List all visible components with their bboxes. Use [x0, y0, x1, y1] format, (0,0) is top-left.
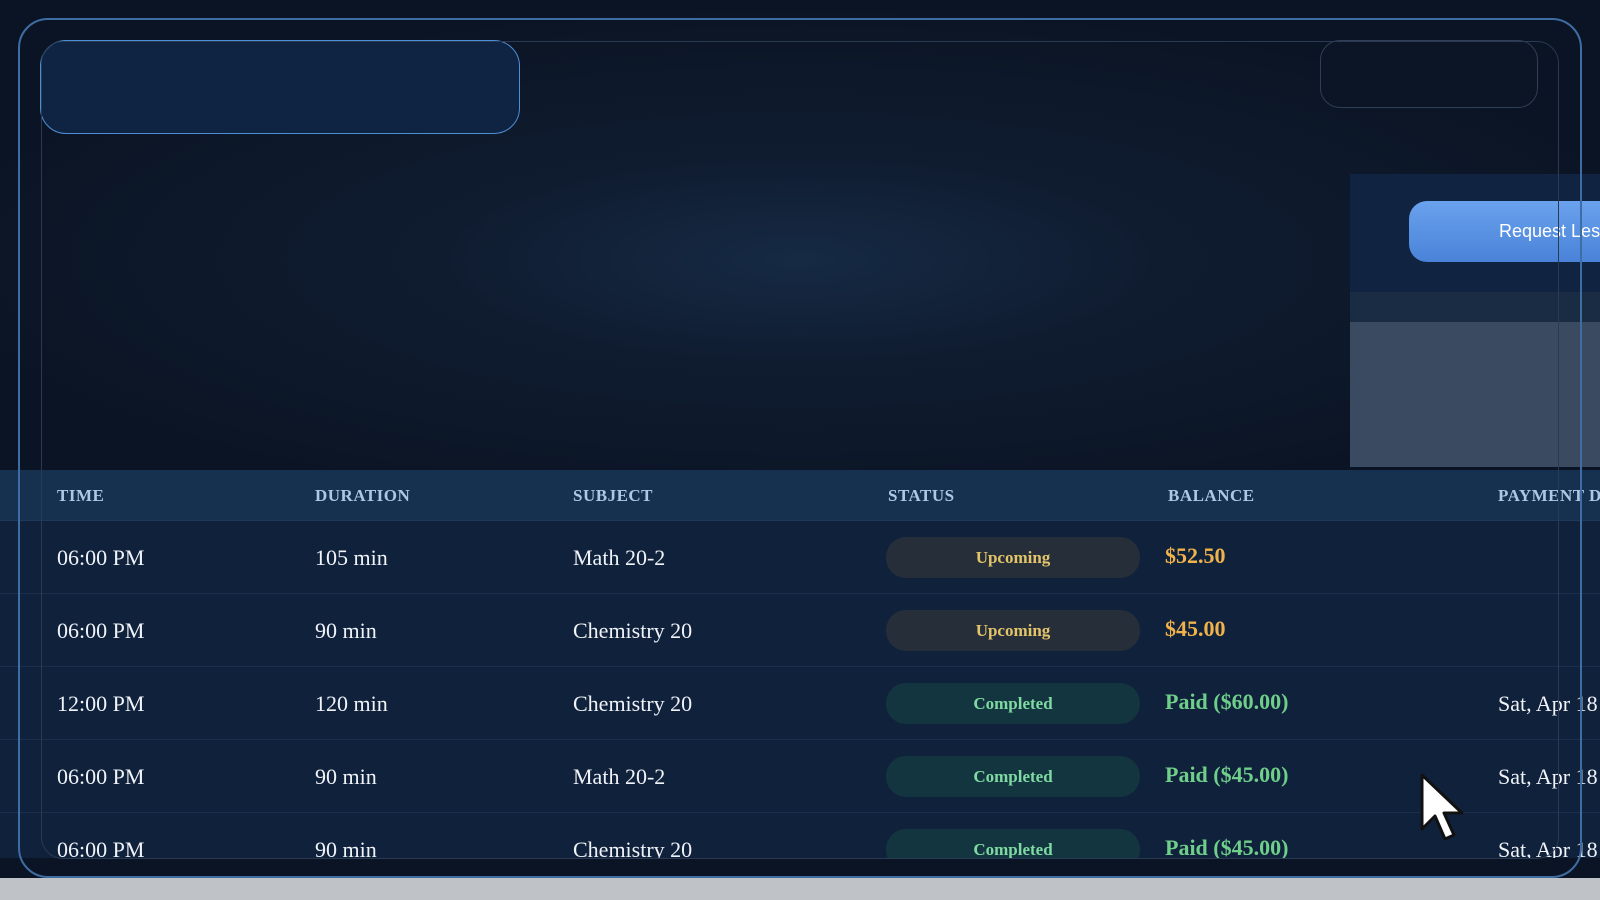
table-row[interactable]: 06:00 PM 90 min Chemistry 20 Upcoming $4… — [0, 594, 1600, 667]
mouse-pointer-icon — [1420, 773, 1464, 841]
balance-cell: Paid ($45.00) — [1165, 835, 1289, 858]
bottom-bar — [0, 878, 1600, 900]
balance-cell: Paid ($45.00) — [1165, 762, 1289, 787]
balance-cell: Paid ($60.00) — [1165, 689, 1289, 714]
request-lesson-label: Request Lesson — [1499, 221, 1600, 241]
request-lesson-button[interactable]: Request Lesson — [1409, 201, 1600, 262]
duration-cell: 105 min — [315, 545, 388, 570]
search-panel[interactable] — [40, 40, 520, 134]
top-right-panel[interactable] — [1320, 40, 1538, 108]
subject-cell: Chemistry 20 — [573, 691, 693, 716]
table-row[interactable]: 06:00 PM 90 min Chemistry 20 Completed P… — [0, 813, 1600, 858]
column-header-payment-date[interactable]: PAYMENT DATE — [1498, 486, 1600, 506]
panel-content — [1350, 322, 1600, 467]
column-header-balance[interactable]: BALANCE — [1168, 486, 1255, 506]
time-cell: 06:00 PM — [57, 618, 145, 643]
payment-date-cell: Sat, Apr 18 — [1498, 691, 1598, 716]
table-row[interactable]: 06:00 PM 105 min Math 20-2 Upcoming $52.… — [0, 521, 1600, 594]
table-row[interactable]: 06:00 PM 90 min Math 20-2 Completed Paid… — [0, 740, 1600, 813]
status-badge: Completed — [886, 829, 1140, 858]
time-cell: 12:00 PM — [57, 691, 145, 716]
table-header: TIME DURATION SUBJECT STATUS BALANCE PAY… — [0, 470, 1600, 521]
subject-cell: Chemistry 20 — [573, 837, 693, 858]
duration-cell: 90 min — [315, 837, 377, 858]
status-badge: Completed — [886, 756, 1140, 797]
payment-date-cell: Sat, Apr 18 — [1498, 837, 1598, 858]
duration-cell: 120 min — [315, 691, 388, 716]
lessons-table: TIME DURATION SUBJECT STATUS BALANCE PAY… — [0, 470, 1600, 858]
time-cell: 06:00 PM — [57, 837, 145, 858]
status-badge: Upcoming — [886, 610, 1140, 651]
balance-cell: $52.50 — [1165, 543, 1226, 568]
column-header-status[interactable]: STATUS — [888, 486, 955, 506]
panel-divider — [1350, 292, 1600, 322]
time-cell: 06:00 PM — [57, 545, 145, 570]
payment-date-cell: Sat, Apr 18 — [1498, 764, 1598, 789]
subject-cell: Math 20-2 — [573, 764, 666, 789]
duration-cell: 90 min — [315, 618, 377, 643]
duration-cell: 90 min — [315, 764, 377, 789]
time-cell: 06:00 PM — [57, 764, 145, 789]
column-header-subject[interactable]: SUBJECT — [573, 486, 653, 506]
status-badge: Completed — [886, 683, 1140, 724]
subject-cell: Chemistry 20 — [573, 618, 693, 643]
subject-cell: Math 20-2 — [573, 545, 666, 570]
balance-cell: $45.00 — [1165, 616, 1226, 641]
column-header-time[interactable]: TIME — [57, 486, 104, 506]
column-header-duration[interactable]: DURATION — [315, 486, 410, 506]
status-badge: Upcoming — [886, 537, 1140, 578]
table-row[interactable]: 12:00 PM 120 min Chemistry 20 Completed … — [0, 667, 1600, 740]
